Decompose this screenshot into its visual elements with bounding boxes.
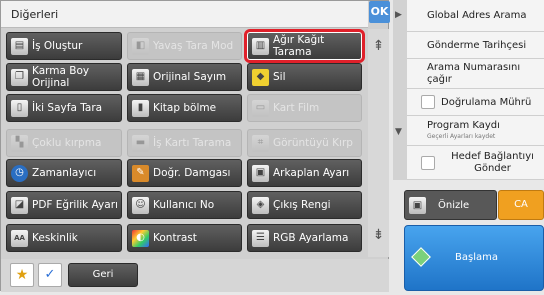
function-timer[interactable]: ◷ Zamanlayıcı [6,159,122,187]
function-business-card-scan: ▬ İş Kartı Tarama [127,129,242,157]
pdf-skew-icon: ◪ [11,196,28,214]
function-erase[interactable]: ◆ Sil [247,63,362,91]
panel-collapse-icon[interactable]: ▶ [395,10,402,20]
right-item-global-address[interactable]: Global Adres Arama [407,0,544,32]
preview-button[interactable]: ▣ Önizle [404,190,497,220]
mixed-size-original-icon: ❐ [11,68,28,86]
function-contrast[interactable]: ◐ Kontrast [127,224,242,252]
right-item-send-history[interactable]: Gönderme Tarihçesi [407,32,544,59]
scroll-up-icon[interactable]: ⇞ [371,38,386,54]
multi-crop-icon: ▚ [11,134,28,152]
erase-icon: ◆ [252,68,269,86]
checkmark-button[interactable]: ✓ [38,263,62,287]
function-list-scrollbar[interactable]: ⇞ ⇟ [368,29,389,257]
function-user-number[interactable]: ☺ Kullanıcı No [127,191,242,219]
function-book-divide[interactable]: ▮ Kitap bölme [127,94,242,122]
function-mixed-size-original[interactable]: ❐ Karma Boy Orijinal [6,63,122,91]
send-link-checkbox[interactable] [421,155,435,170]
panel-scroll-down-icon[interactable]: ▼ [395,127,402,137]
contrast-icon: ◐ [132,229,149,247]
output-color-icon: ◈ [252,196,269,214]
function-image-crop: ⌗ Görüntüyü Kırp [247,129,362,157]
background-adjust-icon: ▣ [252,164,269,182]
right-panel: ▶ ▼ Global Adres Arama Gönderme Tarihçes… [393,0,544,180]
clear-all-button[interactable]: CA [498,190,544,220]
right-item-send-link[interactable]: Hedef Bağlantıyı Gönder [407,146,544,180]
job-build-icon: ▤ [11,37,28,55]
verification-stamp-checkbox[interactable] [421,95,435,109]
verification-stamp-icon: ✎ [132,164,149,182]
function-job-build[interactable]: ▤ İş Oluştur [6,32,122,60]
right-panel-scrollbar[interactable] [393,0,407,180]
function-slow-scan: ◧ Yavaş Tara Mod [127,32,242,60]
favorite-star-button[interactable]: ★ [10,263,34,287]
sharpness-icon: AA [11,229,28,247]
function-verification-stamp[interactable]: ✎ Doğr. Damgası [127,159,242,187]
other-functions-dialog: Diğerleri OK ▤ İş Oluştur ◧ Yavaş Tara M… [0,0,390,292]
star-icon: ★ [15,267,29,283]
function-background-adjust[interactable]: ▣ Arkaplan Ayarı [247,159,362,187]
function-dual-page-scan[interactable]: ▯ İki Sayfa Tara [6,94,122,122]
slow-scan-icon: ◧ [132,37,149,55]
book-divide-icon: ▮ [132,99,149,117]
ok-button[interactable]: OK [369,1,390,23]
right-item-recall-number[interactable]: Arama Numarasını çağır [407,59,544,89]
start-button[interactable]: Başlama [404,225,544,291]
function-sharpness[interactable]: AA Keskinlik [6,224,122,252]
function-pdf-skew[interactable]: ◪ PDF Eğrilik Ayarı [6,191,122,219]
preview-icon: ▣ [409,196,426,214]
back-button[interactable]: Geri [68,263,138,287]
original-count-icon: ▦ [132,68,149,86]
function-rgb-adjust[interactable]: ☰ RGB Ayarlama [247,224,362,252]
function-output-color[interactable]: ◈ Çıkış Rengi [247,191,362,219]
right-item-program-register[interactable]: Program Kaydı Geçerli Ayarları kaydet [407,116,544,146]
business-card-scan-icon: ▬ [132,134,149,152]
function-heavy-paper-scan[interactable]: ▥ Ağır Kağıt Tarama [244,29,365,63]
dialog-title: Diğerleri [1,1,368,28]
function-multi-crop: ▚ Çoklu kırpma [6,129,122,157]
dual-page-scan-icon: ▯ [11,99,28,117]
heavy-paper-scan-icon: ▥ [252,37,269,55]
right-item-verification-stamp[interactable]: Doğrulama Mührü [407,89,544,116]
function-original-count[interactable]: ▦ Orijinal Sayım [127,63,242,91]
user-number-icon: ☺ [132,196,149,214]
timer-icon: ◷ [11,164,28,182]
image-crop-icon: ⌗ [252,134,269,152]
function-card-film: ▭ Kart Film [247,94,362,122]
rgb-adjust-icon: ☰ [252,229,269,247]
scroll-down-icon[interactable]: ⇟ [371,227,386,243]
card-film-icon: ▭ [252,99,269,117]
start-diamond-icon [411,247,431,267]
checkmark-icon: ✓ [44,267,56,282]
